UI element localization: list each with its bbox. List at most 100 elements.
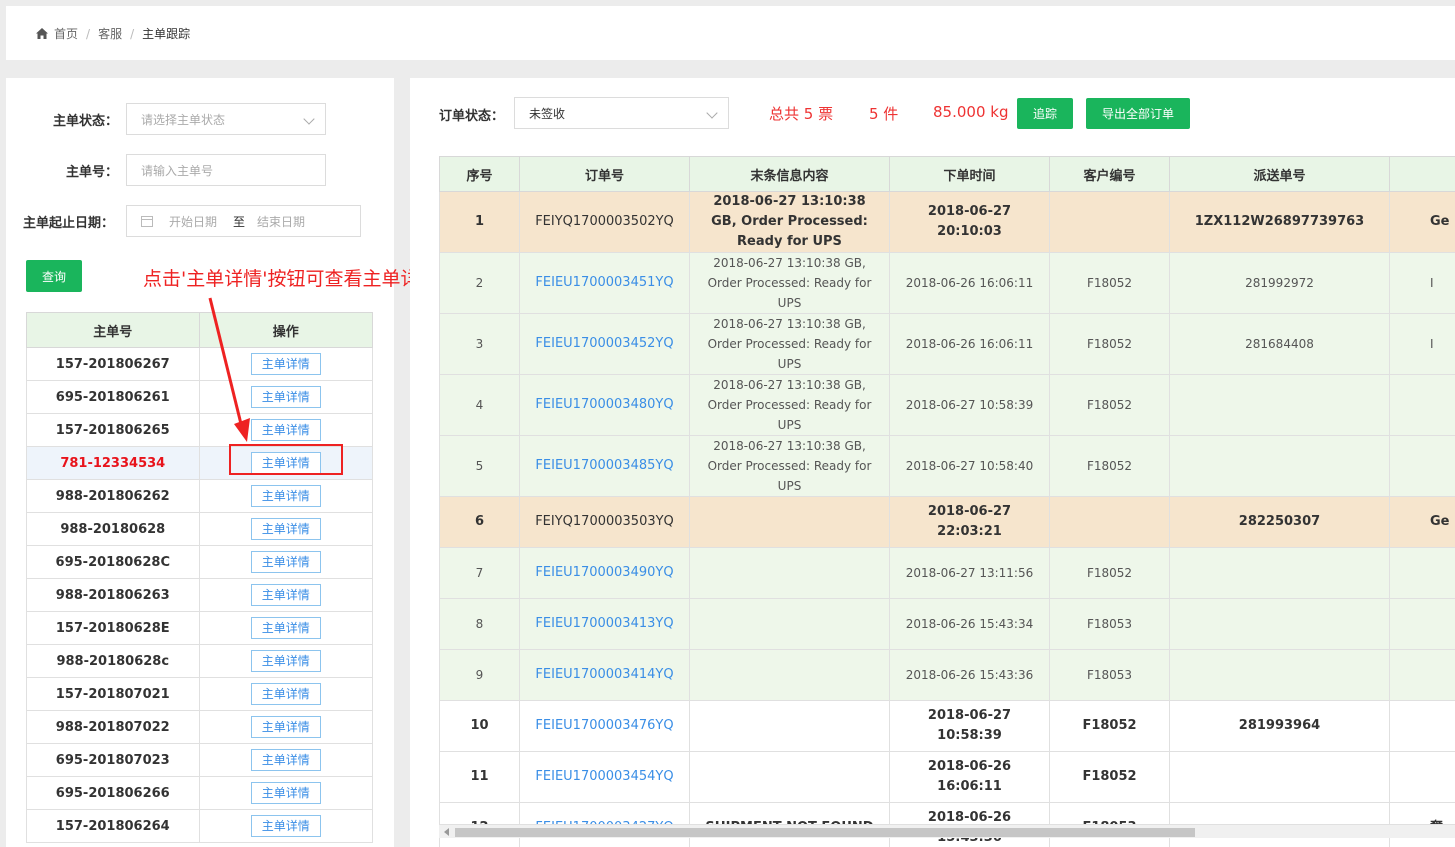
master-detail-button[interactable]: 主单详情 (250, 485, 321, 507)
col-order-time: 下单时间 (889, 156, 1050, 192)
master-detail-button[interactable]: 主单详情 (250, 815, 321, 837)
total-tickets: 总共 5 票 (769, 105, 834, 123)
order-number-link[interactable]: FEIEU1700003451YQ (519, 252, 690, 314)
total-pieces: 5 件 (869, 105, 899, 123)
extra-cell (1389, 598, 1455, 650)
query-button[interactable]: 查询 (26, 260, 82, 292)
delivery-number (1169, 435, 1390, 497)
action-cell: 主单详情 (198, 743, 374, 777)
master-detail-button[interactable]: 主单详情 (250, 584, 321, 606)
customer-code: F18052 (1049, 751, 1170, 803)
master-number: 695-201806261 (26, 380, 200, 414)
row-seq: 8 (439, 598, 520, 650)
status-select[interactable]: 请选择主单状态 (126, 103, 326, 135)
date-range-picker[interactable]: 开始日期 至 结束日期 (126, 205, 361, 237)
row-seq: 1 (439, 191, 520, 253)
order-number-link[interactable]: FEIEU1700003480YQ (519, 374, 690, 436)
order-number-link[interactable]: FEIEU1700003454YQ (519, 751, 690, 803)
last-info (689, 547, 890, 599)
horizontal-scrollbar[interactable] (439, 824, 1455, 838)
customer-code: F18052 (1049, 435, 1170, 497)
scrollbar-thumb[interactable] (455, 828, 1195, 837)
master-number: 988-201807022 (26, 710, 200, 744)
master-detail-button[interactable]: 主单详情 (250, 518, 321, 540)
last-info: 2018-06-27 13:10:38 GB, Order Processed:… (689, 435, 890, 497)
number-label: 主单号： (65, 165, 118, 180)
order-status-select[interactable]: 未签收 (514, 97, 729, 129)
master-number-header: 主单号 (26, 312, 200, 348)
master-detail-button[interactable]: 主单详情 (250, 386, 321, 408)
track-button[interactable]: 追踪 (1017, 98, 1073, 129)
breadcrumb-separator: / (86, 26, 91, 41)
customer-code: F18052 (1049, 313, 1170, 375)
extra-cell: Ge (1389, 191, 1455, 253)
master-number: 988-20180628c (26, 644, 200, 678)
row-seq: 9 (439, 649, 520, 701)
delivery-number (1169, 649, 1390, 701)
table-row: 6 FEIYQ1700003503YQ 2018-06-27 22:03:21 282… (439, 496, 1455, 548)
row-seq: 11 (439, 751, 520, 803)
breadcrumb-service[interactable]: 客服 (98, 25, 122, 42)
order-number-link[interactable]: FEIEU1700003452YQ (519, 313, 690, 375)
master-number: 988-201806263 (26, 578, 200, 612)
table-row: 988-20180628c 主单详情 (26, 644, 374, 678)
table-row: 695-201807023 主单详情 (26, 743, 374, 777)
master-number: 157-20180628E (26, 611, 200, 645)
master-detail-button[interactable]: 主单详情 (250, 617, 321, 639)
master-detail-button[interactable]: 主单详情 (250, 419, 321, 441)
chevron-down-icon (303, 113, 315, 125)
order-status-label: 订单状态： (439, 109, 505, 124)
delivery-number: 281992972 (1169, 252, 1390, 314)
col-delivery-no: 派送单号 (1169, 156, 1390, 192)
calendar-icon (141, 215, 153, 227)
order-time: 2018-06-27 22:03:21 (889, 496, 1050, 548)
last-info (689, 598, 890, 650)
master-detail-button[interactable]: 主单详情 (250, 650, 321, 672)
master-detail-button[interactable]: 主单详情 (250, 782, 321, 804)
last-info (689, 496, 890, 548)
order-number-link[interactable]: FEIEU1700003490YQ (519, 547, 690, 599)
last-info: 2018-06-27 13:10:38 GB, Order Processed:… (689, 252, 890, 314)
master-number-input[interactable]: 请输入主单号 (126, 154, 326, 186)
order-time: 2018-06-26 15:43:36 (889, 649, 1050, 701)
action-cell: 主单详情 (198, 809, 374, 843)
master-number: 157-201806264 (26, 809, 200, 843)
order-time: 2018-06-27 10:58:39 (889, 700, 1050, 752)
master-detail-button[interactable]: 主单详情 (250, 353, 321, 375)
order-number-link[interactable]: FEIEU1700003414YQ (519, 649, 690, 701)
order-number-link[interactable]: FEIEU1700003485YQ (519, 435, 690, 497)
export-all-button[interactable]: 导出全部订单 (1086, 98, 1190, 129)
col-last-info: 末条信息内容 (689, 156, 890, 192)
action-cell: 主单详情 (198, 644, 374, 678)
scroll-left-icon[interactable] (444, 828, 449, 836)
table-row: 4 FEIEU1700003480YQ 2018-06-27 13:10:38 GB… (439, 374, 1455, 436)
master-detail-button[interactable]: 主单详情 (250, 716, 321, 738)
table-row: 7 FEIEU1700003490YQ 2018-06-27 13:11:56 F18… (439, 547, 1455, 599)
order-number-link[interactable]: FEIYQ1700003503YQ (519, 496, 690, 548)
order-status-value: 未签收 (529, 106, 566, 121)
order-number-link[interactable]: FEIEU1700003413YQ (519, 598, 690, 650)
delivery-number: 281684408 (1169, 313, 1390, 375)
breadcrumb: 首页 / 客服 / 主单跟踪 (36, 25, 190, 42)
master-detail-button[interactable]: 主单详情 (250, 551, 321, 573)
master-number: 695-201806266 (26, 776, 200, 810)
master-detail-button[interactable]: 主单详情 (250, 683, 321, 705)
order-number-link[interactable]: FEIEU1700003476YQ (519, 700, 690, 752)
last-info: 2018-06-27 13:10:38 GB, Order Processed:… (689, 191, 890, 253)
customer-code: F18052 (1049, 700, 1170, 752)
master-number: 988-201806262 (26, 479, 200, 513)
date-start-placeholder: 开始日期 (169, 214, 218, 229)
last-info (689, 649, 890, 701)
breadcrumb-current: 主单跟踪 (142, 27, 191, 41)
action-cell: 主单详情 (198, 479, 374, 513)
order-number-link[interactable]: FEIYQ1700003502YQ (519, 191, 690, 253)
order-time: 2018-06-26 16:06:11 (889, 751, 1050, 803)
table-row: 695-201806266 主单详情 (26, 776, 374, 810)
breadcrumb-separator: / (130, 26, 135, 41)
table-row: 3 FEIEU1700003452YQ 2018-06-27 13:10:38 GB… (439, 313, 1455, 375)
extra-cell (1389, 700, 1455, 752)
breadcrumb-home[interactable]: 首页 (54, 25, 78, 42)
table-row: 988-20180628 主单详情 (26, 512, 374, 546)
action-cell: 主单详情 (198, 677, 374, 711)
master-detail-button[interactable]: 主单详情 (250, 749, 321, 771)
